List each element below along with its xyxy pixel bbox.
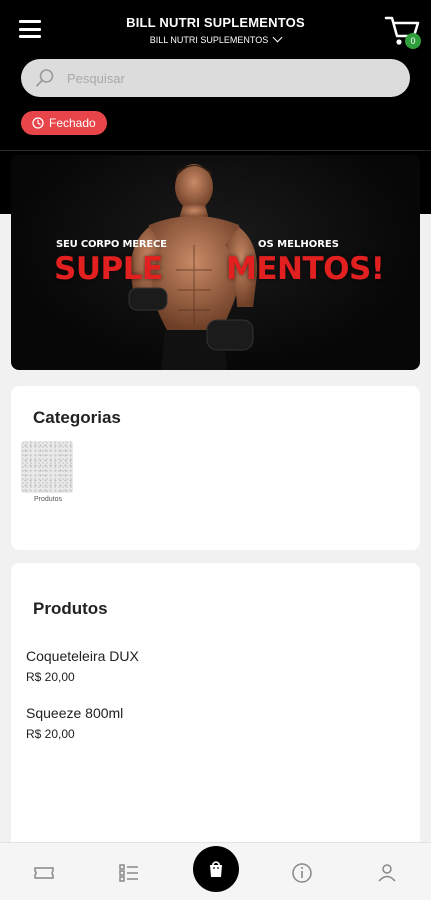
store-selector-label: BILL NUTRI SUPLEMENTOS — [149, 35, 269, 45]
bag-button[interactable] — [193, 846, 239, 892]
banner-text-right: OS MELHORES — [258, 239, 339, 250]
chevron-down-icon — [272, 32, 283, 43]
category-item[interactable]: Produtos — [21, 441, 75, 503]
category-thumbnail — [21, 441, 73, 493]
product-name: Coqueteleira DUX — [26, 648, 139, 664]
bag-icon — [210, 861, 222, 877]
product-item[interactable]: Coqueteleira DUX R$ 20,00 — [26, 648, 139, 684]
products-card: Produtos Coqueteleira DUX R$ 20,00 Squee… — [11, 563, 420, 853]
banner-headline-right: MENTOS! — [226, 251, 385, 287]
product-price: R$ 20,00 — [26, 727, 75, 741]
products-title: Produtos — [33, 599, 108, 618]
store-selector[interactable]: BILL NUTRI SUPLEMENTOS — [0, 32, 431, 45]
search-bar[interactable] — [21, 59, 410, 97]
header-divider — [0, 150, 431, 151]
store-title: BILL NUTRI SUPLEMENTOS — [126, 15, 305, 30]
status-badge: Fechado — [21, 111, 107, 135]
category-label: Produtos — [33, 496, 63, 503]
promo-banner[interactable]: SEU CORPO MERECE OS MELHORES SUPLE MENTO… — [11, 155, 420, 370]
banner-text-left: SEU CORPO MERECE — [56, 239, 167, 250]
status-label: Fechado — [49, 116, 96, 130]
list-icon[interactable] — [117, 861, 141, 885]
banner-headline-left: SUPLE — [54, 251, 163, 287]
categories-title: Categorias — [33, 408, 121, 427]
product-price: R$ 20,00 — [26, 670, 75, 684]
product-name: Squeeze 800ml — [26, 705, 124, 721]
user-icon[interactable] — [375, 861, 399, 885]
ticket-icon[interactable] — [32, 861, 56, 885]
search-input[interactable] — [67, 70, 367, 86]
info-icon[interactable] — [290, 861, 314, 885]
clock-icon — [32, 117, 44, 129]
categories-card: Categorias Produtos — [11, 386, 420, 550]
product-item[interactable]: Squeeze 800ml R$ 20,00 — [26, 705, 123, 741]
cart-count-badge: 0 — [405, 33, 421, 49]
search-icon — [36, 69, 54, 87]
